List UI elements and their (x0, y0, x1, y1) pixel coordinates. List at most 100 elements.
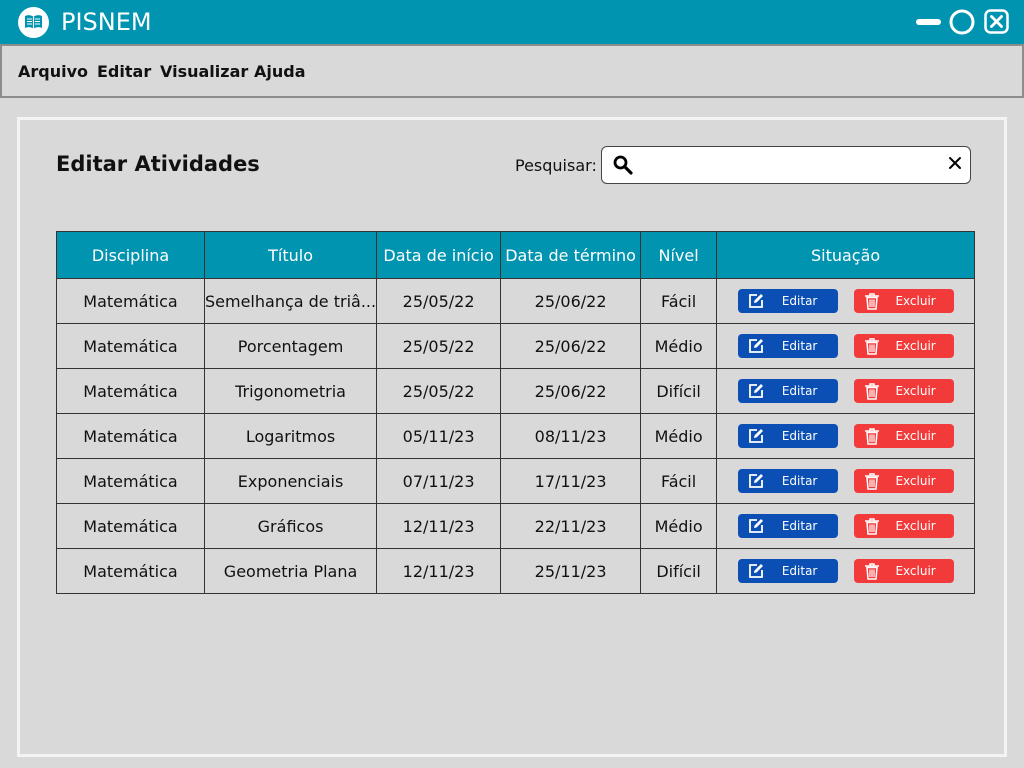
cell-data-termino: 22/11/23 (500, 503, 642, 549)
delete-button[interactable]: Excluir (853, 424, 954, 448)
cell-situacao: Editar Excluir (716, 413, 976, 459)
delete-button[interactable]: Excluir (853, 469, 954, 493)
edit-button[interactable]: Editar (737, 289, 838, 313)
cell-data-termino: 25/06/22 (500, 368, 642, 414)
menu-ajuda[interactable]: Ajuda (254, 62, 306, 81)
cell-data-termino: 25/06/22 (500, 278, 642, 324)
edit-button[interactable]: Editar (737, 514, 838, 538)
maximize-icon[interactable] (949, 9, 975, 35)
cell-disciplina: Matemática (56, 548, 205, 594)
cell-situacao: Editar Excluir (716, 458, 976, 504)
cell-data-inicio: 12/11/23 (376, 503, 502, 549)
cell-nivel: Difícil (640, 548, 718, 594)
cell-data-inicio: 25/05/22 (376, 323, 502, 369)
edit-button[interactable]: Editar (737, 424, 838, 448)
edit-button-label: Editar (781, 429, 818, 443)
cell-titulo: Trigonometria (203, 368, 378, 414)
search-icon (613, 155, 633, 175)
activities-table: Disciplina Título Data de início Data de… (56, 231, 976, 594)
cell-disciplina: Matemática (56, 368, 205, 414)
cell-disciplina: Matemática (56, 323, 205, 369)
cell-nivel: Médio (640, 323, 718, 369)
table-body: Matemática Semelhança de triâ... 25/05/22 2… (56, 278, 976, 594)
app-title: PISNEM (61, 8, 152, 36)
cell-data-termino: 25/11/23 (500, 548, 642, 594)
cell-nivel: Médio (640, 413, 718, 459)
cell-titulo: Semelhança de triâ... (203, 278, 378, 324)
delete-button-label: Excluir (895, 474, 936, 488)
delete-button[interactable]: Excluir (853, 514, 954, 538)
cell-data-termino: 25/06/22 (500, 323, 642, 369)
cell-data-termino: 17/11/23 (500, 458, 642, 504)
edit-button-label: Editar (781, 294, 818, 308)
table-row: Matemática Trigonometria 25/05/22 25/06/22 D… (56, 368, 976, 414)
cell-titulo: Porcentagem (203, 323, 378, 369)
delete-button[interactable]: Excluir (853, 334, 954, 358)
table-row: Matemática Gráficos 12/11/23 22/11/23 Médio E… (56, 503, 976, 549)
cell-data-inicio: 07/11/23 (376, 458, 502, 504)
cell-situacao: Editar Excluir (716, 503, 976, 549)
header-disciplina: Disciplina (56, 231, 205, 279)
cell-titulo: Geometria Plana (203, 548, 378, 594)
header-nivel: Nível (640, 231, 718, 279)
table-row: Matemática Porcentagem 25/05/22 25/06/22 Méd… (56, 323, 976, 369)
cell-nivel: Fácil (640, 458, 718, 504)
edit-button-label: Editar (781, 384, 818, 398)
delete-button[interactable]: Excluir (853, 559, 954, 583)
cell-data-inicio: 25/05/22 (376, 368, 502, 414)
delete-button[interactable]: Excluir (853, 289, 954, 313)
minimize-icon[interactable] (915, 9, 943, 35)
table-header-row: Disciplina Título Data de início Data de… (56, 231, 976, 279)
edit-button-label: Editar (781, 564, 818, 578)
search-box (601, 146, 971, 184)
table-row: Matemática Logaritmos 05/11/23 08/11/23 Médi… (56, 413, 976, 459)
cell-situacao: Editar Excluir (716, 368, 976, 414)
cell-data-termino: 08/11/23 (500, 413, 642, 459)
header-situacao: Situação (716, 231, 976, 279)
cell-data-inicio: 05/11/23 (376, 413, 502, 459)
edit-button-label: Editar (781, 339, 818, 353)
cell-nivel: Difícil (640, 368, 718, 414)
header-data-termino: Data de término (500, 231, 642, 279)
table-row: Matemática Exponenciais 07/11/23 17/11/23 Fá… (56, 458, 976, 504)
cell-disciplina: Matemática (56, 413, 205, 459)
edit-button[interactable]: Editar (737, 334, 838, 358)
table-row: Matemática Semelhança de triâ... 25/05/22 2… (56, 278, 976, 324)
close-icon[interactable] (984, 9, 1009, 34)
cell-titulo: Logaritmos (203, 413, 378, 459)
edit-button-label: Editar (781, 474, 818, 488)
edit-button-label: Editar (781, 519, 818, 533)
cell-disciplina: Matemática (56, 458, 205, 504)
header-titulo: Título (203, 231, 378, 279)
delete-button-label: Excluir (895, 339, 936, 353)
table-row: Matemática Geometria Plana 12/11/23 25/11/2… (56, 548, 976, 594)
title-bar: PISNEM (0, 0, 1024, 44)
cell-disciplina: Matemática (56, 278, 205, 324)
cell-nivel: Médio (640, 503, 718, 549)
header-data-inicio: Data de início (376, 231, 502, 279)
menu-bar: Arquivo Editar Visualizar Ajuda (0, 44, 1024, 98)
delete-button-label: Excluir (895, 564, 936, 578)
cell-titulo: Gráficos (203, 503, 378, 549)
page-title: Editar Atividades (56, 152, 260, 176)
edit-button[interactable]: Editar (737, 469, 838, 493)
delete-button-label: Excluir (895, 294, 936, 308)
search-input[interactable] (640, 153, 944, 177)
cell-nivel: Fácil (640, 278, 718, 324)
menu-arquivo[interactable]: Arquivo (18, 62, 88, 81)
cell-data-inicio: 25/05/22 (376, 278, 502, 324)
cell-situacao: Editar Excluir (716, 323, 976, 369)
edit-button[interactable]: Editar (737, 559, 838, 583)
cell-disciplina: Matemática (56, 503, 205, 549)
cell-situacao: Editar Excluir (716, 548, 976, 594)
menu-visualizar[interactable]: Visualizar (160, 62, 248, 81)
cell-situacao: Editar Excluir (716, 278, 976, 324)
delete-button-label: Excluir (895, 384, 936, 398)
clear-icon[interactable] (948, 156, 962, 170)
menu-editar[interactable]: Editar (97, 62, 151, 81)
cell-data-inicio: 12/11/23 (376, 548, 502, 594)
cell-titulo: Exponenciais (203, 458, 378, 504)
edit-button[interactable]: Editar (737, 379, 838, 403)
delete-button-label: Excluir (895, 429, 936, 443)
delete-button[interactable]: Excluir (853, 379, 954, 403)
